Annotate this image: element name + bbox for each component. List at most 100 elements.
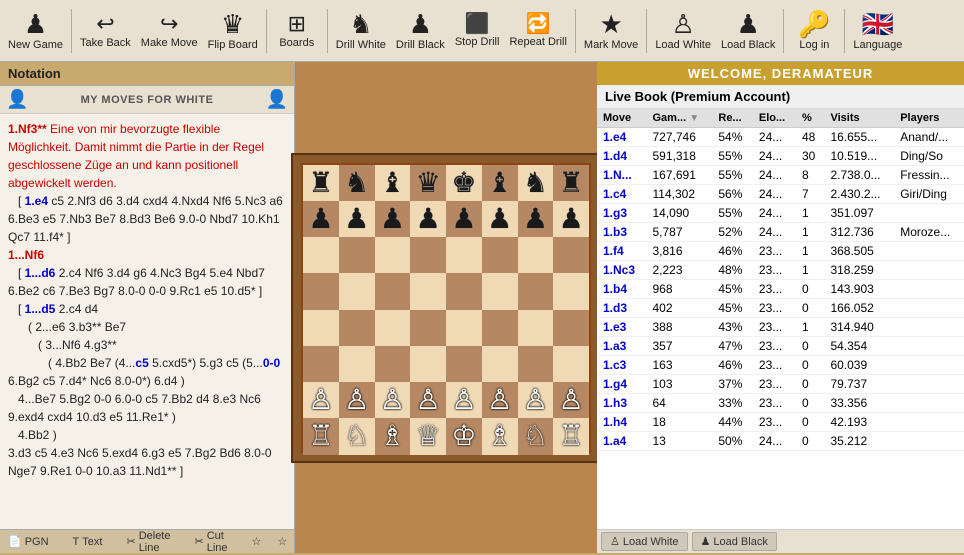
table-row[interactable]: 1.c316346%23...060.039	[597, 356, 964, 375]
notation-content[interactable]: 1.Nf3** Eine von mir bevorzugte flexible…	[0, 114, 294, 529]
board-cell-2-0[interactable]	[303, 237, 339, 273]
load-black-button[interactable]: ♟ Load Black	[717, 3, 779, 59]
board-cell-3-5[interactable]	[482, 273, 518, 309]
board-cell-1-5[interactable]: ♟	[482, 201, 518, 237]
board-cell-2-6[interactable]	[518, 237, 554, 273]
board-cell-0-6[interactable]: ♞	[518, 165, 554, 201]
pgn-button[interactable]: 📄 PGN	[4, 534, 53, 549]
star-button-1[interactable]: ☆	[248, 534, 266, 549]
col-header-3[interactable]: Elo...	[753, 109, 796, 128]
board-cell-5-5[interactable]	[482, 346, 518, 382]
board-cell-2-3[interactable]	[410, 237, 446, 273]
board-cell-0-7[interactable]: ♜	[553, 165, 589, 201]
board-cell-4-6[interactable]	[518, 310, 554, 346]
board-cell-7-0[interactable]: ♖	[303, 418, 339, 454]
table-row[interactable]: 1.g410337%23...079.737	[597, 375, 964, 394]
move-cell[interactable]: 1.b3	[597, 223, 647, 242]
board-cell-7-5[interactable]: ♗	[482, 418, 518, 454]
board-cell-7-4[interactable]: ♔	[446, 418, 482, 454]
board-cell-2-7[interactable]	[553, 237, 589, 273]
star-button-2[interactable]: ☆	[273, 534, 291, 549]
board-cell-1-6[interactable]: ♟	[518, 201, 554, 237]
board-cell-4-4[interactable]	[446, 310, 482, 346]
cut-line-button[interactable]: ✂ Cut Line	[190, 529, 231, 555]
board-cell-3-7[interactable]	[553, 273, 589, 309]
board-cell-5-1[interactable]	[339, 346, 375, 382]
table-row[interactable]: 1.g314,09055%24...1351.097	[597, 204, 964, 223]
table-row[interactable]: 1.b496845%23...0143.903	[597, 280, 964, 299]
move-nf3[interactable]: 1.Nf3**	[8, 122, 47, 136]
move-cell[interactable]: 1.c4	[597, 185, 647, 204]
livebook-table[interactable]: MoveGam... ▼Re...Elo...%VisitsPlayers 1.…	[597, 109, 964, 529]
board-cell-3-0[interactable]	[303, 273, 339, 309]
table-row[interactable]: 1.h41844%23...042.193	[597, 413, 964, 432]
table-row[interactable]: 1.c4114,30256%24...72.430.2...Giri/Ding	[597, 185, 964, 204]
move-cell[interactable]: 1.a3	[597, 337, 647, 356]
board-cell-7-1[interactable]: ♘	[339, 418, 375, 454]
board-cell-6-1[interactable]: ♙	[339, 382, 375, 418]
new-game-button[interactable]: ♟ New Game	[4, 3, 67, 59]
col-header-1[interactable]: Gam... ▼	[647, 109, 713, 128]
table-row[interactable]: 1.e338843%23...1314.940	[597, 318, 964, 337]
move-cell[interactable]: 1.a4	[597, 432, 647, 451]
board-cell-6-4[interactable]: ♙	[446, 382, 482, 418]
board-cell-7-6[interactable]: ♘	[518, 418, 554, 454]
board-cell-3-4[interactable]	[446, 273, 482, 309]
board-cell-1-1[interactable]: ♟	[339, 201, 375, 237]
drill-white-button[interactable]: ♞ Drill White	[332, 3, 390, 59]
table-row[interactable]: 1.e4727,74654%24...4816.655...Anand/...	[597, 128, 964, 147]
text-button[interactable]: T Text	[69, 535, 107, 549]
board-cell-2-1[interactable]	[339, 237, 375, 273]
move-cell[interactable]: 1.f4	[597, 242, 647, 261]
move-cell[interactable]: 1.N...	[597, 166, 647, 185]
board-cell-0-2[interactable]: ♝	[375, 165, 411, 201]
board-cell-3-3[interactable]	[410, 273, 446, 309]
board-cell-5-4[interactable]	[446, 346, 482, 382]
board-cell-6-6[interactable]: ♙	[518, 382, 554, 418]
lb-load-black-button[interactable]: ♟ Load Black	[692, 532, 777, 551]
language-button[interactable]: 🇬🇧 Language	[849, 3, 906, 59]
board-cell-0-3[interactable]: ♛	[410, 165, 446, 201]
lb-load-white-button[interactable]: ♙ Load White	[601, 532, 688, 551]
board-cell-2-4[interactable]	[446, 237, 482, 273]
delete-line-button[interactable]: ✂ Delete Line	[122, 529, 174, 555]
mark-move-button[interactable]: ★ Mark Move	[580, 3, 642, 59]
board-cell-6-3[interactable]: ♙	[410, 382, 446, 418]
board-cell-2-2[interactable]	[375, 237, 411, 273]
table-row[interactable]: 1.d4591,31855%24...3010.519...Ding/So	[597, 147, 964, 166]
move-cell[interactable]: 1.c3	[597, 356, 647, 375]
move-cell[interactable]: 1.g4	[597, 375, 647, 394]
move-cell[interactable]: 1.Nc3	[597, 261, 647, 280]
chessboard[interactable]: ♜♞♝♛♚♝♞♜♟♟♟♟♟♟♟♟♙♙♙♙♙♙♙♙♖♘♗♕♔♗♘♖	[301, 163, 591, 453]
repeat-drill-button[interactable]: 🔁 Repeat Drill	[505, 3, 570, 59]
board-cell-5-6[interactable]	[518, 346, 554, 382]
move-cell[interactable]: 1.g3	[597, 204, 647, 223]
table-row[interactable]: 1.f43,81646%23...1368.505	[597, 242, 964, 261]
board-cell-1-2[interactable]: ♟	[375, 201, 411, 237]
move-cell[interactable]: 1.h4	[597, 413, 647, 432]
col-header-0[interactable]: Move	[597, 109, 647, 128]
move-cell[interactable]: 1.b4	[597, 280, 647, 299]
flip-board-button[interactable]: ♛ Flip Board	[204, 3, 262, 59]
board-cell-0-4[interactable]: ♚	[446, 165, 482, 201]
board-cell-4-7[interactable]	[553, 310, 589, 346]
board-cell-4-2[interactable]	[375, 310, 411, 346]
col-header-2[interactable]: Re...	[712, 109, 753, 128]
board-cell-7-3[interactable]: ♕	[410, 418, 446, 454]
board-cell-3-1[interactable]	[339, 273, 375, 309]
board-cell-0-5[interactable]: ♝	[482, 165, 518, 201]
load-white-button[interactable]: ♙ Load White	[651, 3, 715, 59]
move-1nf6[interactable]: 1...Nf6	[8, 248, 44, 262]
board-cell-0-0[interactable]: ♜	[303, 165, 339, 201]
table-row[interactable]: 1.a41350%24...035.212	[597, 432, 964, 451]
make-move-button[interactable]: ↪ Make Move	[137, 3, 202, 59]
table-row[interactable]: 1.d340245%23...0166.052	[597, 299, 964, 318]
board-cell-4-5[interactable]	[482, 310, 518, 346]
stop-drill-button[interactable]: ⬛ Stop Drill	[451, 3, 504, 59]
move-cell[interactable]: 1.d4	[597, 147, 647, 166]
board-cell-6-2[interactable]: ♙	[375, 382, 411, 418]
log-in-button[interactable]: 🔑 Log in	[788, 3, 840, 59]
move-e4[interactable]: 1.e4	[25, 194, 48, 208]
board-cell-4-3[interactable]	[410, 310, 446, 346]
move-d5[interactable]: 1...d5	[25, 302, 56, 316]
